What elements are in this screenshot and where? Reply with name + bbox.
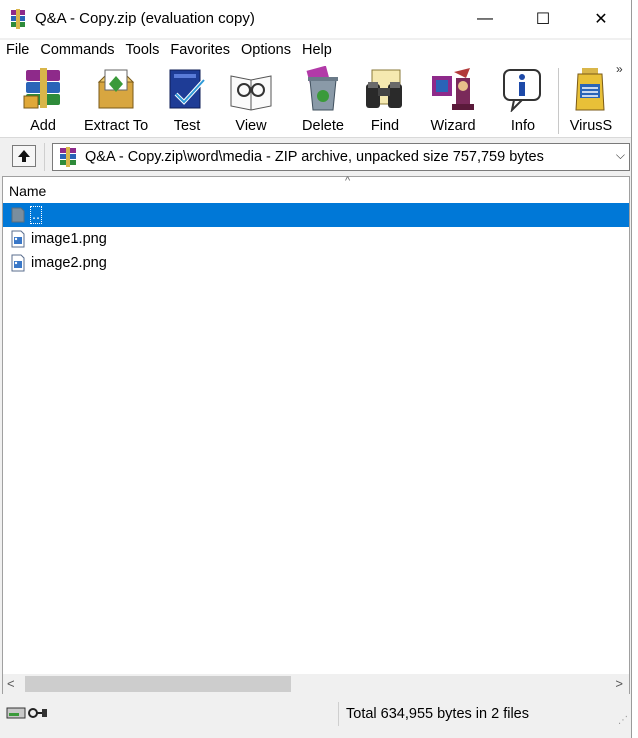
window-title: Q&A - Copy.zip (evaluation copy) (35, 10, 255, 27)
extract-to-icon (97, 69, 135, 109)
maximize-button[interactable]: ☐ (514, 0, 572, 38)
winrar-app-icon[interactable] (8, 9, 28, 29)
list-item-name: image1.png (31, 231, 107, 247)
column-header-name[interactable]: Name ^ (3, 175, 629, 204)
archive-icon (60, 147, 76, 167)
resize-grip-icon[interactable]: ⋰ (618, 715, 628, 726)
menu-options[interactable]: Options (235, 40, 296, 62)
wizard-button[interactable]: Wizard (430, 66, 476, 136)
delete-button[interactable]: Delete (300, 66, 346, 136)
delete-label: Delete (302, 118, 344, 134)
menu-bar: File Commands Tools Favorites Options He… (0, 40, 631, 62)
scroll-right-arrow[interactable]: > (615, 676, 623, 691)
view-label: View (235, 118, 267, 134)
minimize-button[interactable]: — (456, 0, 514, 38)
menu-favorites[interactable]: Favorites (164, 40, 235, 62)
toolbar: Add Extract To Test View Delete Find Wiz… (0, 62, 631, 138)
view-button[interactable]: View (228, 66, 274, 136)
menu-help[interactable]: Help (296, 40, 337, 62)
column-name-label: Name (9, 183, 47, 199)
add-label: Add (30, 118, 56, 134)
menu-commands[interactable]: Commands (34, 40, 119, 62)
list-item[interactable]: image2.png (3, 251, 629, 275)
png-file-icon (11, 254, 25, 272)
info-label: Info (510, 118, 536, 134)
winrar-window: Q&A - Copy.zip (evaluation copy) — ☐ ✕ F… (0, 0, 632, 738)
test-icon (169, 69, 206, 109)
list-item-name: image2.png (31, 255, 107, 271)
menu-tools[interactable]: Tools (120, 40, 165, 62)
test-label: Test (173, 118, 201, 134)
horizontal-scrollbar[interactable]: < > (3, 674, 629, 694)
list-item[interactable]: image1.png (3, 227, 629, 251)
add-button[interactable]: Add (20, 66, 66, 136)
virus-scan-icon (575, 68, 605, 111)
toolbar-overflow-chevron[interactable]: » (616, 62, 623, 76)
find-binoculars-icon (366, 69, 402, 108)
virus-scan-button[interactable]: VirusS (568, 66, 614, 136)
up-arrow-icon (18, 150, 30, 162)
view-icon (230, 75, 272, 111)
status-icons (6, 706, 48, 720)
status-total-text: Total 634,955 bytes in 2 files (346, 706, 529, 722)
chevron-down-icon[interactable]: ⌵ (616, 148, 625, 163)
address-bar: Q&A - Copy.zip\word\media - ZIP archive,… (0, 140, 631, 174)
status-separator (338, 702, 339, 726)
png-file-icon (11, 230, 25, 248)
find-button[interactable]: Find (362, 66, 408, 136)
scrollbar-thumb[interactable] (25, 676, 291, 692)
wizard-label: Wizard (430, 118, 476, 134)
file-list[interactable]: Name ^ .. image1.png image2.png < > (2, 175, 630, 694)
disk-icon[interactable] (6, 706, 26, 720)
info-button[interactable]: Info (500, 66, 546, 136)
info-icon (503, 69, 541, 112)
delete-icon (306, 66, 338, 111)
address-separator (44, 143, 45, 171)
key-lock-icon[interactable] (28, 706, 48, 720)
archive-path-field[interactable]: Q&A - Copy.zip\word\media - ZIP archive,… (52, 143, 630, 171)
virus-scan-label: VirusS (569, 118, 613, 134)
list-item-name: .. (29, 206, 43, 224)
find-label: Find (370, 118, 400, 134)
toolbar-separator (558, 68, 559, 134)
list-item[interactable]: .. (3, 203, 629, 227)
close-button[interactable]: ✕ (572, 0, 630, 38)
sort-ascending-icon: ^ (345, 175, 351, 187)
archive-path-text: Q&A - Copy.zip\word\media - ZIP archive,… (85, 149, 544, 165)
parent-folder-icon (11, 207, 25, 223)
extract-to-label: Extract To (84, 118, 149, 134)
up-folder-button[interactable] (12, 145, 36, 167)
status-bar: Total 634,955 bytes in 2 files ⋰ (0, 700, 631, 730)
wizard-icon (432, 68, 474, 110)
title-bar: Q&A - Copy.zip (evaluation copy) — ☐ ✕ (0, 0, 631, 38)
scroll-left-arrow[interactable]: < (7, 676, 15, 691)
extract-to-button[interactable]: Extract To (84, 66, 148, 136)
menu-file[interactable]: File (0, 40, 34, 62)
test-button[interactable]: Test (164, 66, 210, 136)
add-archive-icon (23, 68, 60, 109)
